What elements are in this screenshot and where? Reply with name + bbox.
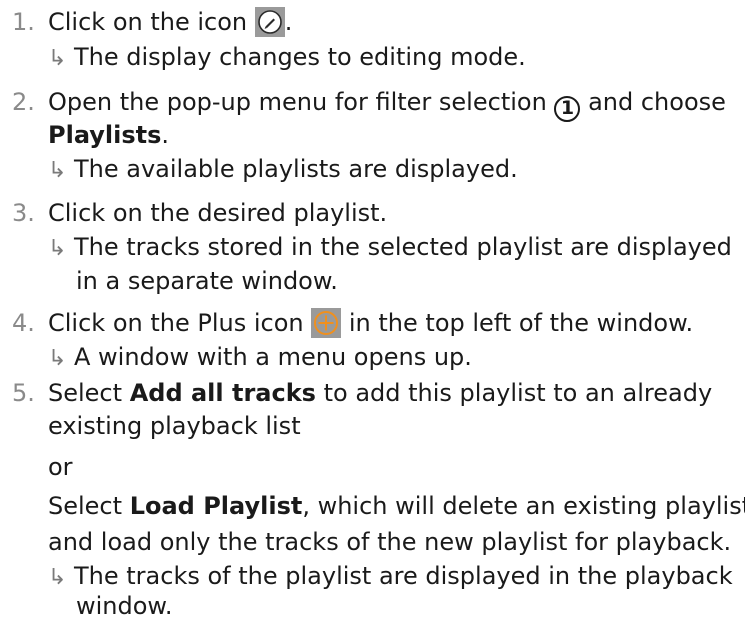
result-arrow-icon: ↳: [48, 236, 67, 261]
step-number: 4.: [12, 309, 35, 337]
step-number: 2.: [12, 88, 35, 116]
step-text: Select Add all tracks to add this playli…: [48, 379, 713, 407]
plus-circle-icon: [311, 308, 342, 338]
step-number: 5.: [12, 379, 35, 407]
step-text: Open the pop-up menu for filter selectio…: [48, 86, 726, 122]
step-text: Click on the icon .: [48, 7, 293, 37]
step-result: ↳ The tracks stored in the selected playl…: [48, 231, 732, 265]
step-text-line5: and load only the tracks of the new play…: [48, 528, 732, 556]
step-text-line4: Select Load Playlist, which will delete …: [48, 492, 745, 520]
step-number: 1.: [12, 8, 35, 36]
step-result: ↳ A window with a menu opens up.: [48, 341, 472, 375]
result-arrow-icon: ↳: [48, 346, 67, 371]
step-text-line2: existing playback list: [48, 412, 301, 440]
step-text-or: or: [48, 453, 73, 481]
step-result-continued: in a separate window.: [76, 267, 338, 295]
step-result-continued: window.: [76, 592, 173, 620]
instruction-list: 1. Click on the icon . ↳ The display chan…: [0, 0, 745, 620]
step-result: ↳ The tracks of the playlist are displaye…: [48, 560, 733, 594]
step-text-line2: Playlists.: [48, 121, 170, 149]
callout-marker: 1: [554, 96, 581, 122]
step-result: ↳ The display changes to editing mode.: [48, 41, 526, 75]
result-arrow-icon: ↳: [48, 46, 67, 71]
pencil-icon: [254, 7, 285, 37]
step-text: Click on the Plus icon in the top left o…: [48, 308, 694, 338]
step-result: ↳ The available playlists are displayed.: [48, 153, 518, 187]
step-text: Click on the desired playlist.: [48, 199, 388, 227]
result-arrow-icon: ↳: [48, 565, 67, 590]
step-number: 3.: [12, 199, 35, 227]
result-arrow-icon: ↳: [48, 158, 67, 183]
